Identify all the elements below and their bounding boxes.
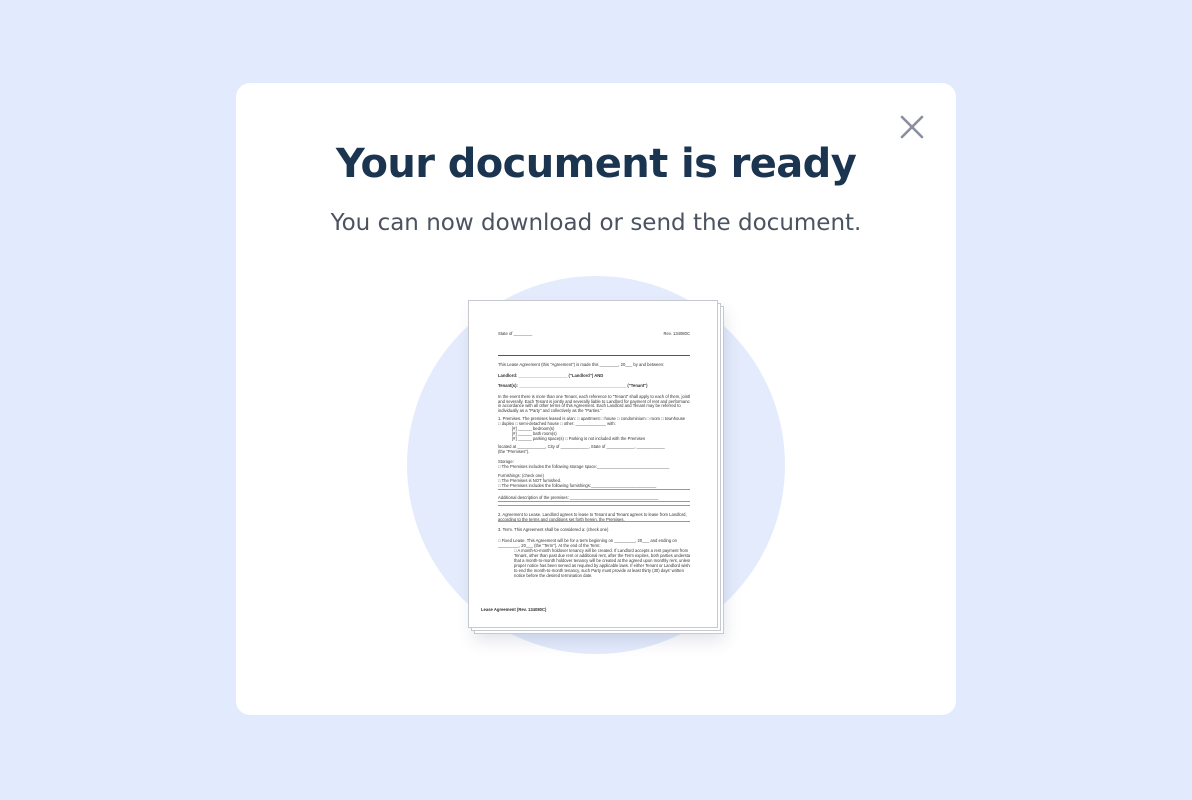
doc-header-right: Rev. 134080C <box>663 331 690 336</box>
doc-line: [#] ______ parking space(s) □ Parking is… <box>512 435 646 441</box>
modal-title: Your document is ready <box>335 141 857 187</box>
close-icon[interactable] <box>896 111 928 143</box>
doc-line: (the "Premises"). <box>498 449 530 454</box>
doc-line-rule <box>498 521 690 522</box>
doc-line: This Lease Agreement (this "Agreement") … <box>498 362 665 367</box>
doc-line-rule <box>498 489 690 490</box>
modal-subtitle: You can now download or send the documen… <box>330 210 862 236</box>
doc-line-rule <box>498 505 690 506</box>
doc-footer: Lease Agreement (Rev. 134080C) <box>481 607 547 612</box>
doc-line: individually as a "Party" and collective… <box>498 407 602 413</box>
doc-line: Tenant(s): _____________________________… <box>498 383 648 388</box>
doc-line: notice before the desired termination da… <box>514 573 593 578</box>
doc-line: 3. Term. This Agreement shall be conside… <box>498 527 609 532</box>
doc-line: □ The Premises includes the following fu… <box>498 483 657 488</box>
doc-line: □ The Premises includes the following st… <box>498 464 670 469</box>
doc-line-rule <box>498 501 690 502</box>
doc-line: Additional description of the premises: … <box>498 495 659 500</box>
doc-divider <box>498 355 690 356</box>
background-frame: Your document is ready You can now downl… <box>0 0 1192 800</box>
doc-line: Landlord: _____________________ ("Landlo… <box>498 373 604 378</box>
document-ready-modal: Your document is ready You can now downl… <box>236 83 956 715</box>
document-preview: State of ________ Rev. 134080C This Leas… <box>468 300 718 628</box>
